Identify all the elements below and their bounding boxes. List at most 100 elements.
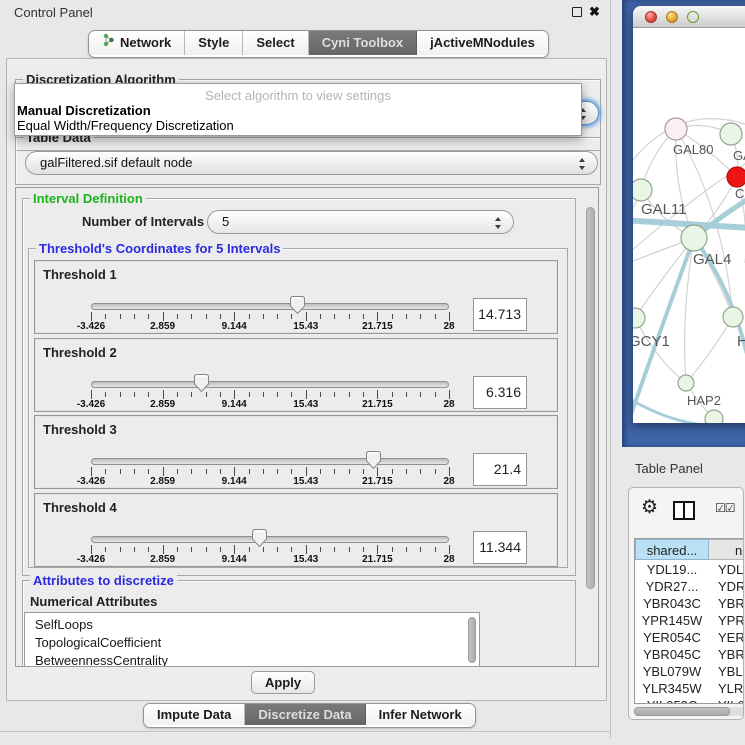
network-node-green[interactable] bbox=[633, 179, 652, 201]
tab-network[interactable]: Network bbox=[89, 31, 185, 55]
network-node-green[interactable] bbox=[723, 307, 743, 327]
tick-mark bbox=[449, 467, 450, 476]
column-header-n[interactable]: n bbox=[709, 539, 744, 560]
network-canvas[interactable]: GAL80GALCGAL11GAL4GCY1HHAP2 bbox=[633, 28, 745, 423]
attribute-item-selfloops[interactable]: SelfLoops bbox=[25, 613, 479, 634]
attribute-item-betweennesscentrality[interactable]: BetweennessCentrality bbox=[25, 652, 479, 667]
settings-scrollbar[interactable] bbox=[584, 189, 597, 663]
network-view-frame: GAL80GALCGAL11GAL4GCY1HHAP2 bbox=[622, 0, 745, 447]
threshold-panel-2: Threshold 2-3.4262.8599.14415.4321.71528… bbox=[34, 338, 558, 412]
gear-icon[interactable]: ⚙ bbox=[641, 496, 658, 519]
attribute-item-topologicalcoefficient[interactable]: TopologicalCoefficient bbox=[25, 634, 479, 652]
table-row[interactable]: YIL052CYIL0 bbox=[635, 697, 744, 704]
network-graph[interactable]: GAL80GALCGAL11GAL4GCY1HHAP2 bbox=[633, 28, 745, 423]
cell-name: YLR3 bbox=[714, 680, 744, 697]
tick-mark bbox=[148, 469, 149, 474]
select-columns-icon[interactable]: ☑☑ bbox=[715, 501, 735, 515]
numerical-attributes-list: SelfLoopsTopologicalCoefficientBetweenne… bbox=[24, 612, 480, 667]
tick-mark bbox=[320, 392, 321, 397]
attributes-scrollbar-thumb[interactable] bbox=[468, 617, 476, 663]
tab-discretize-data[interactable]: Discretize Data bbox=[245, 704, 365, 725]
tick-mark bbox=[148, 547, 149, 552]
close-window-icon[interactable]: ✖ bbox=[589, 4, 600, 20]
columns-icon[interactable] bbox=[673, 501, 695, 520]
threshold-4-value-field[interactable]: 11.344 bbox=[473, 531, 527, 564]
tick-mark bbox=[363, 547, 364, 552]
tab-style[interactable]: Style bbox=[185, 31, 243, 55]
table-row[interactable]: YPR145WYPR1 bbox=[635, 612, 744, 629]
threshold-2-label: Threshold 2 bbox=[43, 345, 117, 360]
network-node-green[interactable] bbox=[720, 123, 742, 145]
cell-shared-name: YIL052C bbox=[635, 697, 709, 704]
settings-scrollbar-thumb[interactable] bbox=[586, 207, 595, 589]
tab-cyni-toolbox[interactable]: Cyni Toolbox bbox=[309, 31, 417, 55]
tick-mark bbox=[306, 312, 307, 321]
table-row[interactable]: YBR045CYBR0 bbox=[635, 646, 744, 663]
table-row[interactable]: YER054CYER0 bbox=[635, 629, 744, 646]
apply-button[interactable]: Apply bbox=[251, 671, 315, 694]
tick-mark bbox=[134, 547, 135, 552]
num-intervals-spinner[interactable]: 5 bbox=[207, 210, 514, 234]
table-row[interactable]: YDR27...YDR2 bbox=[635, 578, 744, 595]
threshold-3-slider-track[interactable] bbox=[91, 458, 449, 465]
tab-jactivemnodules[interactable]: jActiveMNodules bbox=[417, 31, 548, 55]
table-row[interactable]: YDL19...YDL1 bbox=[635, 561, 744, 578]
threshold-3-slider-thumb[interactable] bbox=[366, 451, 381, 469]
network-window-titlebar[interactable] bbox=[633, 6, 745, 28]
dropdown-option-manual-discretization[interactable]: Manual Discretization bbox=[15, 103, 581, 118]
tab-infer-network[interactable]: Infer Network bbox=[366, 704, 475, 725]
dropdown-option-equal-width-frequency-discretization[interactable]: Equal Width/Frequency Discretization bbox=[15, 118, 581, 133]
threshold-2-slider-track[interactable] bbox=[91, 381, 449, 388]
attributes-group-title: Attributes to discretize bbox=[30, 573, 177, 588]
table-row[interactable]: YLR345WYLR3 bbox=[635, 680, 744, 697]
minimize-traffic-light-icon[interactable] bbox=[666, 11, 678, 23]
network-node-green[interactable] bbox=[678, 375, 694, 391]
tab-impute-data-label: Impute Data bbox=[157, 704, 231, 725]
threshold-1-slider-thumb[interactable] bbox=[290, 296, 305, 314]
threshold-1-value-field[interactable]: 14.713 bbox=[473, 298, 527, 331]
tick-mark bbox=[406, 547, 407, 552]
threshold-panel-1: Threshold 1-3.4262.8599.14415.4321.71528… bbox=[34, 260, 558, 334]
network-edge[interactable] bbox=[686, 317, 733, 383]
network-window: GAL80GALCGAL11GAL4GCY1HHAP2 bbox=[633, 6, 745, 423]
tick-mark bbox=[406, 469, 407, 474]
tick-mark bbox=[306, 467, 307, 476]
table-hscrollbar[interactable] bbox=[634, 707, 744, 716]
settings-scroll-area: Interval Definition Number of Intervals … bbox=[15, 187, 599, 667]
tick-mark bbox=[234, 312, 235, 321]
threshold-3-value-field[interactable]: 21.4 bbox=[473, 453, 527, 486]
zoom-traffic-light-icon[interactable] bbox=[687, 11, 699, 23]
close-traffic-light-icon[interactable] bbox=[645, 11, 657, 23]
network-edge[interactable] bbox=[635, 238, 694, 318]
tab-infer-network-label: Infer Network bbox=[379, 704, 462, 725]
tick-mark bbox=[392, 392, 393, 397]
table-row[interactable]: YBL079WYBL0 bbox=[635, 663, 744, 680]
threshold-4-slider-thumb[interactable] bbox=[252, 529, 267, 547]
network-node-label: GAL11 bbox=[641, 201, 687, 218]
threshold-4-slider-track[interactable] bbox=[91, 536, 449, 543]
threshold-2-slider-thumb[interactable] bbox=[194, 374, 209, 392]
tick-mark bbox=[163, 312, 164, 321]
dropdown-header: Select algorithm to view settings bbox=[15, 84, 581, 103]
network-node-green[interactable] bbox=[681, 225, 707, 251]
tick-mark bbox=[220, 469, 221, 474]
float-window-icon[interactable] bbox=[572, 7, 582, 17]
tab-impute-data[interactable]: Impute Data bbox=[144, 704, 245, 725]
spinner-arrows-icon bbox=[494, 215, 502, 231]
threshold-2-value-field[interactable]: 6.316 bbox=[473, 376, 527, 409]
threshold-1-slider-track[interactable] bbox=[91, 303, 449, 310]
network-node-green[interactable] bbox=[705, 410, 723, 423]
column-header-shared[interactable]: shared... bbox=[635, 539, 709, 560]
table-data-combobox[interactable]: galFiltered.sif default node bbox=[25, 151, 598, 175]
tick-label: 21.715 bbox=[352, 321, 402, 332]
table-row[interactable]: YBR043CYBR0 bbox=[635, 595, 744, 612]
attributes-scrollbar[interactable] bbox=[467, 615, 478, 667]
network-node-red[interactable] bbox=[727, 167, 745, 187]
tick-mark bbox=[392, 469, 393, 474]
tick-mark bbox=[349, 469, 350, 474]
network-node-green[interactable] bbox=[633, 308, 645, 328]
table-hscrollbar-thumb[interactable] bbox=[634, 707, 730, 716]
tab-select[interactable]: Select bbox=[243, 31, 308, 55]
network-node-pink[interactable] bbox=[665, 118, 687, 140]
tick-label: 9.144 bbox=[209, 476, 259, 487]
